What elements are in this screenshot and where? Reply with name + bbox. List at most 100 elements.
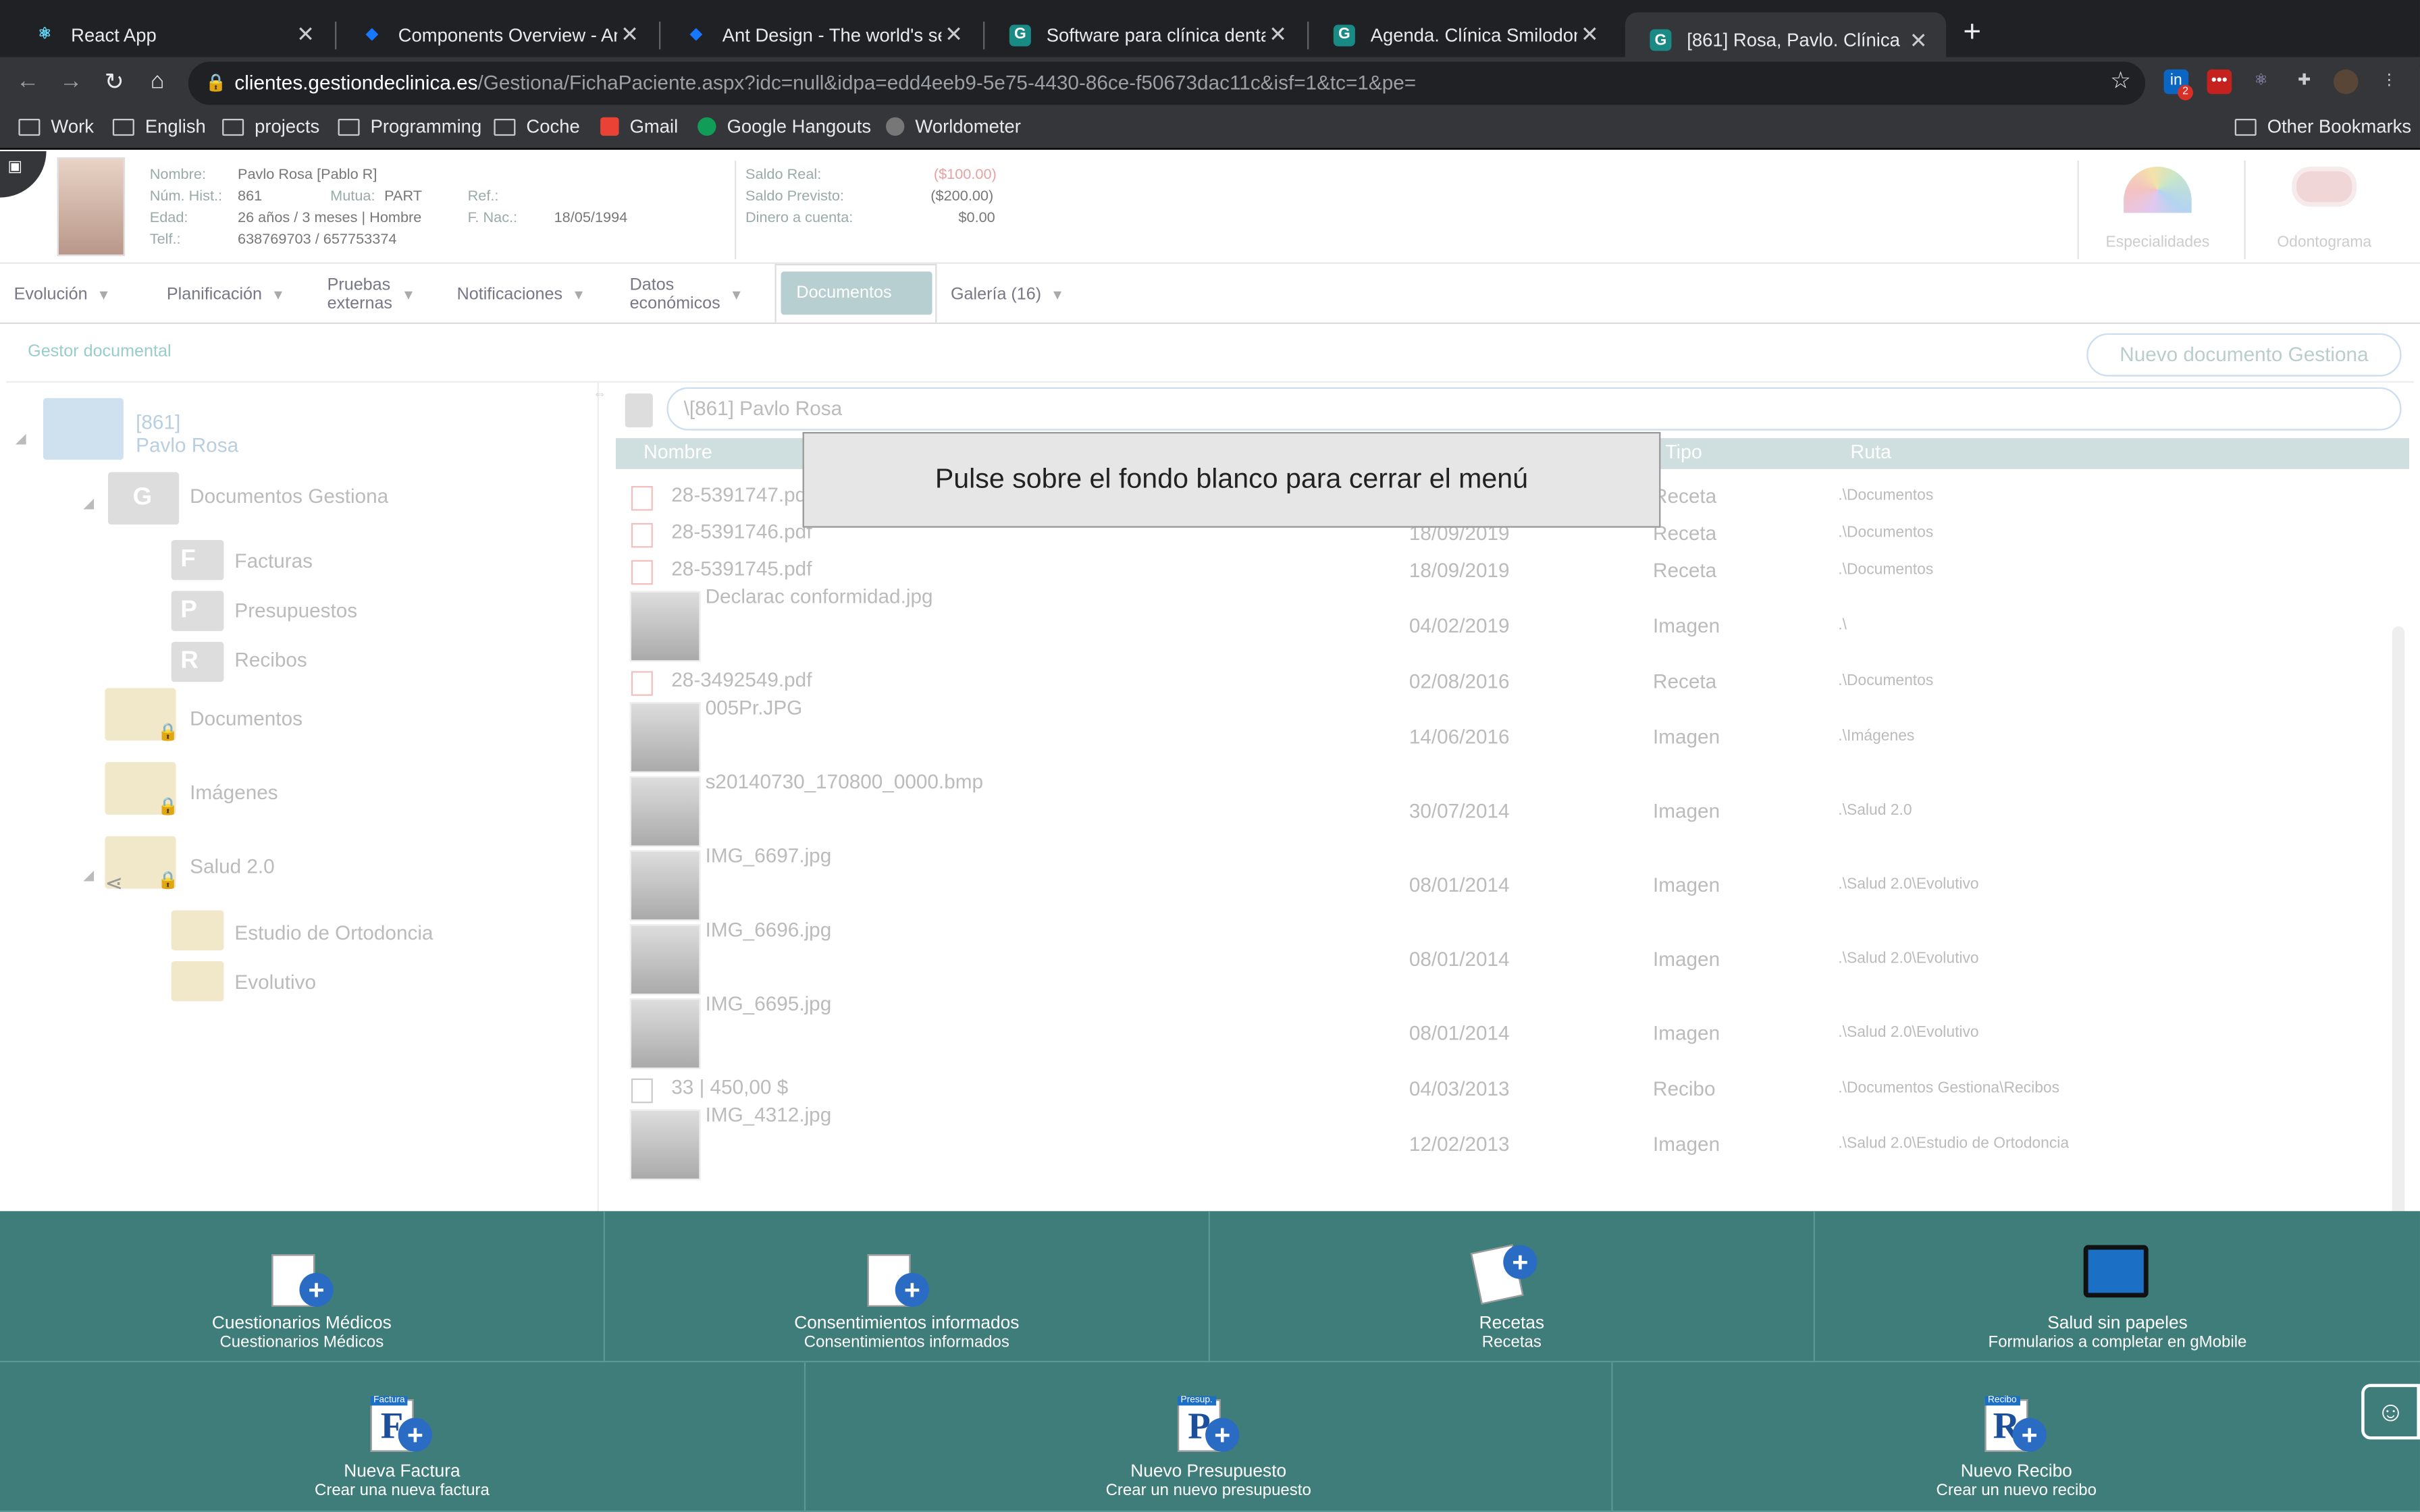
resize-handle-icon[interactable]: ⇔ bbox=[593, 385, 607, 401]
browser-tab-ant-design[interactable]: ◆ Ant Design - The world's secon ✕ bbox=[660, 12, 981, 57]
file-name: IMG_6696.jpg bbox=[705, 917, 832, 942]
table-row[interactable]: 28-3492549.pdf 02/08/2016 Receta .\Document… bbox=[616, 664, 2391, 701]
browser-tab-software-clinica[interactable]: G Software para clínica dental en ✕ bbox=[984, 12, 1305, 57]
tree-root-id[interactable]: [861] bbox=[136, 410, 180, 433]
bookmark-star-icon[interactable]: ☆ bbox=[2105, 66, 2136, 94]
nuevo-recibo-item[interactable]: R Recibo + Nuevo Recibo Crear un nuevo r… bbox=[1612, 1362, 2420, 1512]
lock-icon: 🔒 bbox=[205, 74, 227, 93]
nueva-factura-item[interactable]: F Factura + Nueva Factura Crear una nuev… bbox=[0, 1362, 806, 1512]
browser-tab-agenda[interactable]: G Agenda. Clínica Smilodon S.L.P ✕ bbox=[1309, 12, 1617, 57]
tree-evolutivo[interactable]: Evolutivo bbox=[234, 971, 316, 994]
chat-support-icon[interactable]: ☺ bbox=[2361, 1384, 2420, 1440]
menu-item-subtitle: Recetas bbox=[1481, 1332, 1542, 1352]
table-row[interactable]: IMG_6695.jpg 08/01/2014 Imagen .\Salud 2.0\… bbox=[616, 992, 2391, 1071]
table-row[interactable]: 28-5391745.pdf 18/09/2019 Receta .\Document… bbox=[616, 552, 2391, 589]
home-icon[interactable]: ⌂ bbox=[142, 68, 173, 94]
nuevo-documento-button[interactable]: Nuevo documento Gestiona bbox=[2086, 333, 2402, 377]
factura-plus-icon: F Factura + bbox=[370, 1396, 432, 1452]
tab-documentos[interactable]: Documentos bbox=[781, 271, 932, 315]
tree-imagenes[interactable]: Imágenes bbox=[190, 781, 278, 804]
collapse-triangle-icon[interactable]: ◢ bbox=[16, 431, 26, 448]
facturas-folder-icon: F bbox=[171, 539, 224, 580]
folder-icon bbox=[18, 117, 41, 135]
new-tab-button[interactable]: + bbox=[1963, 16, 1981, 51]
profile-avatar[interactable] bbox=[2333, 69, 2359, 94]
folder-up-icon[interactable] bbox=[625, 393, 653, 428]
tree-documentos[interactable]: Documentos bbox=[190, 707, 302, 730]
odontograma-button[interactable]: Odontograma bbox=[2247, 166, 2402, 252]
table-row[interactable]: 005Pr.JPG 14/06/2016 Imagen .\Imágenes bbox=[616, 696, 2391, 775]
bookmark-english[interactable]: English bbox=[112, 115, 206, 137]
tree-documentos-gestiona[interactable]: Documentos Gestiona bbox=[190, 485, 388, 508]
chevron-down-icon: ▼ bbox=[729, 287, 743, 302]
lastpass-extension-icon[interactable]: ••• bbox=[2207, 69, 2232, 94]
tree-recibos[interactable]: Recibos bbox=[234, 648, 307, 671]
consentimientos-item[interactable]: + Consentimientos informados Consentimie… bbox=[604, 1211, 1210, 1363]
nuevo-presupuesto-item[interactable]: P Presup. + Nuevo Presupuesto Crear un n… bbox=[806, 1362, 1613, 1512]
chevron-down-icon: ▼ bbox=[97, 287, 111, 302]
tree-estudio-ortodoncia[interactable]: Estudio de Ortodoncia bbox=[234, 921, 433, 944]
back-icon[interactable]: ← bbox=[12, 68, 43, 94]
tree-root-name[interactable]: Pavlo Rosa bbox=[136, 433, 238, 456]
bookmark-worldometer[interactable]: Worldometer bbox=[885, 115, 1021, 137]
close-tab-icon[interactable]: ✕ bbox=[941, 22, 966, 48]
bookmark-coche[interactable]: Coche bbox=[494, 115, 580, 137]
close-tab-icon[interactable]: ✕ bbox=[1906, 27, 1931, 53]
tab-datos-economicos[interactable]: Datos económicos ▼ bbox=[630, 264, 743, 325]
tree-facturas[interactable]: Facturas bbox=[234, 549, 313, 572]
address-bar[interactable]: 🔒 clientes.gestiondeclinica.es/Gestiona/… bbox=[188, 61, 2146, 105]
patient-tabs: Evolución ▼ Planificación ▼ Pruebas extern… bbox=[0, 262, 2420, 325]
file-type: Imagen bbox=[1652, 1021, 1720, 1045]
browser-tab-react-app[interactable]: ⚛ React App ✕ bbox=[9, 12, 334, 57]
lock-icon: 🔒 bbox=[157, 797, 179, 817]
col-nombre[interactable]: Nombre bbox=[643, 441, 712, 463]
forward-icon[interactable]: → bbox=[55, 68, 86, 94]
tree-salud[interactable]: Salud 2.0 bbox=[190, 855, 275, 878]
close-tab-icon[interactable]: ✕ bbox=[1265, 22, 1290, 48]
cuestionarios-medicos-item[interactable]: + Cuestionarios Médicos Cuestionarios Mé… bbox=[0, 1211, 605, 1363]
table-row[interactable]: Declarac conformidad.jpg 04/02/2019 Imagen… bbox=[616, 585, 2391, 664]
tab-notificaciones[interactable]: Notificaciones ▼ bbox=[457, 264, 586, 325]
chevron-down-icon: ▼ bbox=[571, 287, 586, 302]
scrollbar[interactable] bbox=[2392, 626, 2405, 1274]
label-telf: Telf.: bbox=[149, 231, 181, 248]
thumbnail-image bbox=[629, 776, 701, 847]
bookmark-work[interactable]: Work bbox=[18, 115, 94, 137]
table-row[interactable]: s20140730_170800_0000.bmp 30/07/2014 Image… bbox=[616, 770, 2391, 848]
browser-tab-ant-components[interactable]: ◆ Components Overview - Ant De ✕ bbox=[336, 12, 657, 57]
tab-pruebas-externas[interactable]: Pruebas externas ▼ bbox=[327, 264, 416, 325]
col-ruta[interactable]: Ruta bbox=[1851, 441, 1891, 463]
collapse-triangle-icon[interactable]: ◢ bbox=[83, 495, 94, 512]
pdf-icon bbox=[631, 560, 653, 585]
bookmark-gmail[interactable]: Gmail bbox=[600, 115, 678, 137]
tree-presupuestos[interactable]: Presupuestos bbox=[234, 599, 357, 622]
bookmark-programming[interactable]: Programming bbox=[338, 115, 482, 138]
bookmark-hangouts[interactable]: Google Hangouts bbox=[698, 115, 871, 137]
close-tab-icon[interactable]: ✕ bbox=[617, 22, 642, 48]
bookmark-label: Programming bbox=[370, 115, 482, 138]
other-bookmarks[interactable]: Other Bookmarks bbox=[2234, 115, 2411, 137]
bookmark-projects[interactable]: projects bbox=[222, 115, 319, 137]
tab-galeria[interactable]: Galería (16) ▼ bbox=[951, 264, 1064, 325]
table-row[interactable]: IMG_6696.jpg 08/01/2014 Imagen .\Salud 2.0\… bbox=[616, 918, 2391, 997]
close-tab-icon[interactable]: ✕ bbox=[1577, 22, 1602, 48]
table-row[interactable]: IMG_4312.jpg 12/02/2013 Imagen .\Salud 2.0\… bbox=[616, 1103, 2391, 1182]
close-tab-icon[interactable]: ✕ bbox=[293, 22, 318, 48]
recetas-item[interactable]: + Recetas Recetas bbox=[1209, 1211, 1815, 1363]
bookmarks-bar: Work English projects Programming Coche … bbox=[0, 107, 2420, 150]
dinero-cuenta-value: $0.00 bbox=[958, 209, 995, 227]
collapse-triangle-icon[interactable]: ◢ bbox=[83, 867, 94, 884]
react-devtools-icon[interactable]: ⚛ bbox=[2248, 70, 2273, 94]
salud-sin-papeles-item[interactable]: Salud sin papeles Formularios a completa… bbox=[1814, 1211, 2420, 1363]
tab-evolucion[interactable]: Evolución ▼ bbox=[14, 264, 111, 325]
table-row[interactable]: IMG_6697.jpg 08/01/2014 Imagen .\Salud 2.0\… bbox=[616, 844, 2391, 923]
path-input[interactable]: \[861] Pavlo Rosa bbox=[666, 387, 2402, 431]
reload-icon[interactable]: ↻ bbox=[99, 68, 130, 96]
extensions-puzzle-icon[interactable]: ✚ bbox=[2292, 70, 2317, 94]
tab-planificacion[interactable]: Planificación ▼ bbox=[167, 264, 285, 325]
image-icon[interactable]: ▣ bbox=[0, 151, 47, 198]
chrome-menu-icon[interactable]: ⋮ bbox=[2377, 70, 2402, 94]
col-tipo[interactable]: Tipo bbox=[1665, 441, 1702, 463]
table-row[interactable]: 33 | 450,00 $ 04/03/2013 Recibo .\Documento… bbox=[616, 1071, 2391, 1108]
especialidades-button[interactable]: Especialidades bbox=[2080, 166, 2235, 252]
